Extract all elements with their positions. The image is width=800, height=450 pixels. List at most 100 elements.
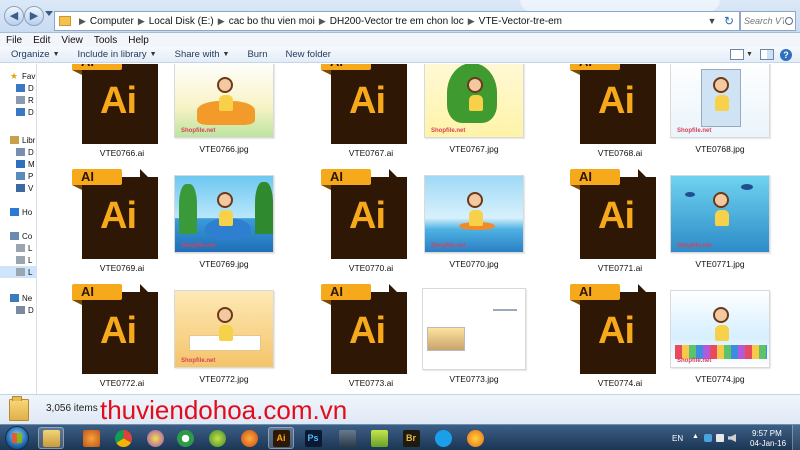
taskbar-app-button[interactable]: Ai — [268, 427, 294, 449]
ai-file-item[interactable]: AI Ai VTE0771.ai — [570, 169, 670, 281]
breadcrumb-cac-bo[interactable]: cac bo thu vien moi — [229, 16, 315, 27]
nav-item[interactable]: Co — [0, 230, 32, 242]
nav-item[interactable]: ★ Fav — [0, 70, 35, 82]
jpg-file-item[interactable]: VTE0773.jpg — [422, 284, 526, 394]
jpg-file-item[interactable]: Shopfile.net VTE0768.jpg — [670, 64, 770, 166]
chevron-right-icon[interactable]: ▶ — [79, 16, 86, 27]
nav-item[interactable]: Ne — [0, 292, 32, 304]
new-folder-button[interactable]: New folder — [286, 49, 331, 60]
include-in-library-label: Include in library — [77, 49, 147, 60]
taskbar-app-button[interactable]: Ps — [300, 427, 326, 449]
nav-item[interactable]: Libr — [0, 134, 35, 146]
taskbar-app-button[interactable] — [204, 427, 230, 449]
recent-pages-dropdown[interactable] — [45, 11, 53, 16]
refresh-icon[interactable]: ↻ — [721, 12, 737, 30]
menu-tools[interactable]: Tools — [94, 35, 117, 46]
taskbar-app-button[interactable] — [366, 427, 392, 449]
jpg-file-item[interactable]: Shopfile.net VTE0771.jpg — [670, 169, 770, 281]
taskbar-app-button[interactable] — [236, 427, 262, 449]
nav-item-label: Libr — [22, 135, 36, 145]
nav-item[interactable]: D — [0, 304, 34, 316]
taskbar-app-button[interactable] — [172, 427, 198, 449]
nav-item[interactable]: M — [0, 158, 35, 170]
ai-file-item[interactable]: AI Ai VTE0773.ai — [321, 284, 421, 394]
chevron-right-icon[interactable]: ▶ — [319, 16, 326, 27]
scrollbar[interactable] — [778, 64, 800, 394]
jpg-file-item[interactable]: Shopfile.net VTE0772.jpg — [174, 284, 274, 394]
taskbar-app-button[interactable] — [78, 427, 104, 449]
taskbar-app-button[interactable] — [334, 427, 360, 449]
nav-item[interactable]: Ho — [0, 206, 32, 218]
ai-tab-fold — [570, 185, 580, 190]
ai-file-item[interactable]: AIAiVTE0766.ai — [72, 64, 172, 166]
start-button[interactable] — [5, 426, 29, 450]
ai-file-item[interactable]: AIAiVTE0768.ai — [570, 64, 670, 166]
volume-icon[interactable] — [728, 434, 736, 442]
ai-tab-label: AI — [570, 64, 620, 70]
taskbar-app-button[interactable] — [38, 427, 64, 449]
show-desktop-button[interactable] — [792, 425, 800, 450]
ai-file-item[interactable]: AI Ai VTE0770.ai — [321, 169, 421, 281]
taskbar-app-button[interactable] — [462, 427, 488, 449]
file-name: VTE0771.jpg — [695, 259, 745, 269]
taskbar-app-button[interactable] — [430, 427, 456, 449]
back-button[interactable]: ◀ — [4, 6, 24, 26]
ai-file-item[interactable]: AI Ai VTE0767.ai — [321, 64, 421, 166]
address-dropdown-icon[interactable]: ▼ — [705, 12, 719, 30]
nav-item[interactable]: P — [0, 170, 33, 182]
include-in-library-button[interactable]: Include in library ▼ — [78, 49, 157, 60]
forward-button[interactable]: ▶ — [24, 6, 44, 26]
menu-view[interactable]: View — [61, 35, 83, 46]
help-icon[interactable]: ? — [780, 49, 792, 61]
jpg-file-item[interactable]: Shopfile.net VTE0766.jpg — [174, 64, 274, 166]
nav-item[interactable]: R — [0, 94, 34, 106]
breadcrumb-vte[interactable]: VTE-Vector-tre-em — [479, 16, 562, 27]
search-icon[interactable] — [785, 17, 793, 25]
nav-item[interactable]: L — [0, 254, 32, 266]
jpg-file-item[interactable]: Shopfile.net VTE0767.jpg — [424, 64, 524, 166]
clock-date[interactable]: 04-Jan-16 — [750, 439, 786, 448]
jpg-file-item[interactable]: Shopfile.net VTE0769.jpg — [174, 169, 274, 281]
preview-pane-button[interactable] — [760, 49, 774, 60]
share-with-button[interactable]: Share with ▼ — [175, 49, 230, 60]
file-name: VTE0770.ai — [348, 263, 394, 273]
search-box[interactable] — [740, 11, 796, 31]
jpg-file-item[interactable]: Shopfile.net VTE0770.jpg — [424, 169, 524, 281]
clock-time[interactable]: 9:57 PM — [752, 429, 782, 438]
breadcrumb-dh200[interactable]: DH200-Vector tre em chon loc — [330, 16, 464, 27]
taskbar-app-button[interactable] — [110, 427, 136, 449]
ai-file-item[interactable]: AI Ai VTE0769.ai — [72, 169, 172, 281]
address-bar[interactable]: ▶ Computer ▶ Local Disk (E:) ▶ cac bo th… — [54, 11, 740, 31]
ai-file-item[interactable]: AI Ai VTE0774.ai — [570, 284, 670, 394]
nav-item[interactable]: D — [0, 106, 34, 118]
show-hidden-icons[interactable]: ▲ — [692, 433, 699, 440]
drive-icon — [16, 256, 25, 264]
nav-item[interactable]: D — [0, 146, 34, 158]
taskbar-app-button[interactable]: Br — [398, 427, 424, 449]
jpg-file-item[interactable]: Shopfile.net VTE0774.jpg — [670, 284, 770, 394]
nav-item[interactable]: V — [0, 182, 33, 194]
menu-edit[interactable]: Edit — [33, 35, 50, 46]
search-input[interactable] — [744, 16, 784, 26]
tray-app-icon[interactable] — [704, 434, 712, 442]
menu-help[interactable]: Help — [128, 35, 149, 46]
breadcrumb-local-disk[interactable]: Local Disk (E:) — [149, 16, 214, 27]
chevron-right-icon[interactable]: ▶ — [218, 16, 225, 27]
ai-file-item[interactable]: AI Ai VTE0772.ai — [72, 284, 172, 394]
nav-item[interactable]: D — [0, 82, 34, 94]
chevron-right-icon[interactable]: ▶ — [468, 16, 475, 27]
menu-file[interactable]: File — [6, 35, 22, 46]
breadcrumb-computer[interactable]: Computer — [90, 16, 134, 27]
nav-item[interactable]: L — [0, 266, 36, 278]
chevron-right-icon[interactable]: ▶ — [138, 16, 145, 27]
organize-button[interactable]: Organize ▼ — [11, 49, 60, 60]
ai-document-icon: AI Ai — [72, 64, 158, 144]
network-tray-icon[interactable] — [716, 434, 724, 442]
burn-button[interactable]: Burn — [247, 49, 267, 60]
view-options-dropdown[interactable]: ▼ — [746, 49, 760, 60]
thumbnail-frame: Shopfile.net — [670, 290, 770, 368]
taskbar-app-button[interactable] — [142, 427, 168, 449]
change-view-button[interactable] — [730, 49, 744, 60]
nav-item[interactable]: L — [0, 242, 32, 254]
language-indicator[interactable]: EN — [672, 434, 683, 443]
